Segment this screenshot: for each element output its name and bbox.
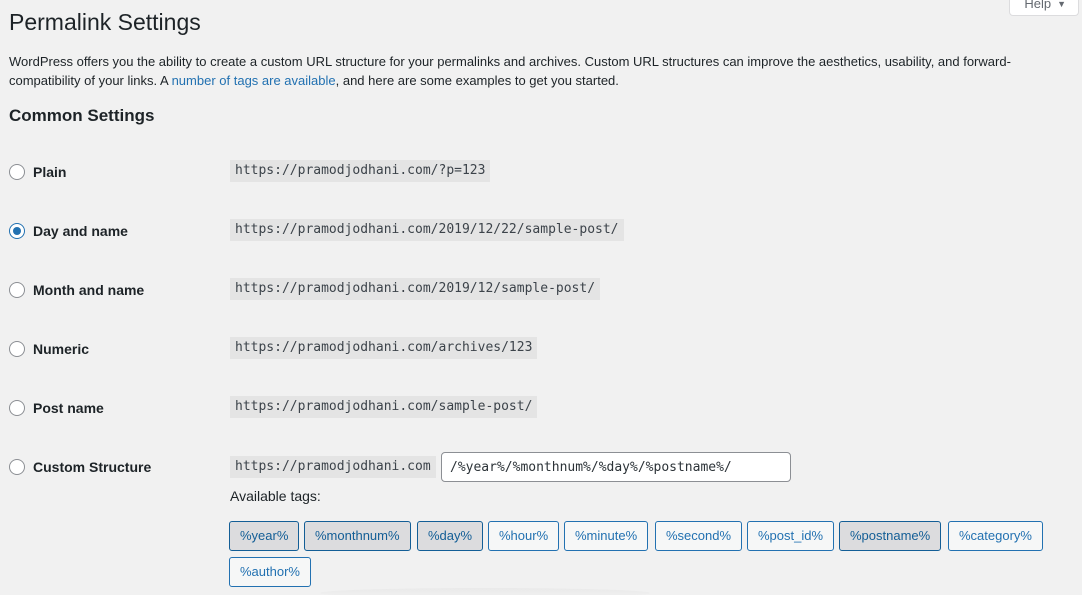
permalink-settings-page: Help ▼ Permalink Settings WordPress offe… bbox=[0, 0, 1082, 595]
intro-text-after: , and here are some examples to get you … bbox=[335, 73, 619, 88]
option-label-post-name[interactable]: Post name bbox=[33, 400, 104, 416]
option-row-plain[interactable]: Plain bbox=[9, 160, 66, 184]
caret-down-icon: ▼ bbox=[1057, 0, 1066, 9]
option-row-month-and-name[interactable]: Month and name bbox=[9, 278, 144, 302]
radio-month-and-name[interactable] bbox=[9, 282, 25, 298]
tag-button-day[interactable]: %day% bbox=[417, 521, 484, 551]
option-label-day-and-name[interactable]: Day and name bbox=[33, 223, 128, 239]
option-row-numeric[interactable]: Numeric bbox=[9, 337, 89, 361]
example-url-post-name: https://pramodjodhani.com/sample-post/ bbox=[230, 396, 538, 418]
example-url-month-and-name: https://pramodjodhani.com/2019/12/sample… bbox=[230, 278, 601, 300]
available-tags-label: Available tags: bbox=[230, 488, 321, 504]
intro-paragraph: WordPress offers you the ability to crea… bbox=[9, 52, 1074, 90]
custom-structure-input[interactable] bbox=[441, 452, 791, 482]
radio-plain[interactable] bbox=[9, 164, 25, 180]
help-tab-label: Help bbox=[1024, 0, 1052, 11]
tags-available-link[interactable]: number of tags are available bbox=[172, 73, 336, 88]
radio-numeric[interactable] bbox=[9, 341, 25, 357]
tag-button-year[interactable]: %year% bbox=[229, 521, 300, 551]
tag-button-second[interactable]: %second% bbox=[655, 521, 743, 551]
common-settings-heading: Common Settings bbox=[9, 106, 155, 125]
tag-button-hour[interactable]: %hour% bbox=[488, 521, 560, 551]
tag-button-post-id[interactable]: %post_id% bbox=[747, 521, 835, 551]
option-row-day-and-name[interactable]: Day and name bbox=[9, 219, 128, 243]
tag-button-postname[interactable]: %postname% bbox=[839, 521, 942, 551]
help-tab-button[interactable]: Help ▼ bbox=[1009, 0, 1079, 16]
custom-structure-prefix: https://pramodjodhani.com bbox=[230, 456, 436, 478]
option-label-plain[interactable]: Plain bbox=[33, 164, 66, 180]
radio-day-and-name[interactable] bbox=[9, 223, 25, 239]
tag-button-category[interactable]: %category% bbox=[948, 521, 1043, 551]
page-title: Permalink Settings bbox=[9, 9, 201, 35]
tag-button-minute[interactable]: %minute% bbox=[564, 521, 649, 551]
radio-custom-structure[interactable] bbox=[9, 459, 25, 475]
radio-post-name[interactable] bbox=[9, 400, 25, 416]
option-label-month-and-name[interactable]: Month and name bbox=[33, 282, 144, 298]
example-url-plain: https://pramodjodhani.com/?p=123 bbox=[230, 160, 491, 182]
tag-button-monthnum[interactable]: %monthnum% bbox=[304, 521, 411, 551]
option-row-post-name[interactable]: Post name bbox=[9, 396, 104, 420]
option-row-custom-structure[interactable]: Custom Structure bbox=[9, 455, 151, 479]
scroll-shadow bbox=[320, 588, 650, 595]
example-url-day-and-name: https://pramodjodhani.com/2019/12/22/sam… bbox=[230, 219, 624, 241]
option-label-custom-structure[interactable]: Custom Structure bbox=[33, 459, 151, 475]
tag-button-author[interactable]: %author% bbox=[229, 557, 311, 587]
option-label-numeric[interactable]: Numeric bbox=[33, 341, 89, 357]
example-url-numeric: https://pramodjodhani.com/archives/123 bbox=[230, 337, 538, 359]
